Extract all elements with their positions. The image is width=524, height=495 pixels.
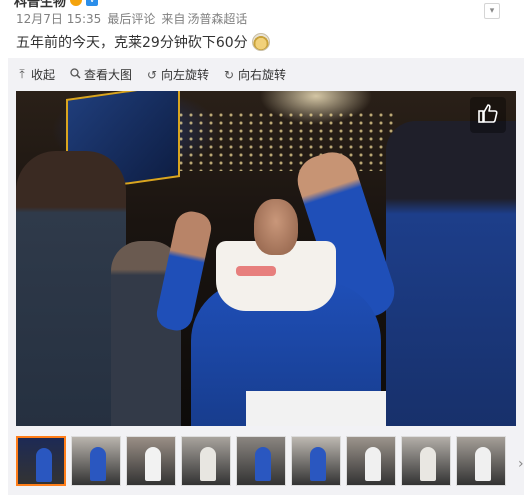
chevron-down-icon[interactable]: ▾ [484, 3, 500, 19]
player-shorts [246, 391, 386, 426]
thumbnail-8[interactable] [401, 436, 451, 486]
latest-comments-link[interactable]: 最后评论 [107, 10, 155, 27]
source-prefix: 来自 [161, 12, 186, 26]
thumbnail-4[interactable] [181, 436, 231, 486]
post-meta: 12月7日 15:35 最后评论 来自 汤普森超话 [16, 10, 247, 27]
thumbnail-1[interactable] [16, 436, 66, 486]
thumbnail-figure [36, 448, 52, 482]
thumbnail-9[interactable] [456, 436, 506, 486]
view-large-label: 查看大图 [84, 68, 133, 82]
thumbnail-figure [475, 447, 491, 481]
crown-medal-emoji-icon [251, 33, 270, 51]
thumbnail-7[interactable] [346, 436, 396, 486]
media-toolbar: ⤒ 收起 查看大图 ↺ 向左旋转 ↻ 向右旋转 [16, 66, 286, 83]
thumbnail-figure [310, 447, 326, 481]
collapse-label: 收起 [31, 68, 56, 82]
rotate-right-label: 向右旋转 [238, 68, 287, 82]
vip-badge: V [86, 0, 99, 6]
verified-icon [70, 0, 83, 6]
thumbnail-5[interactable] [236, 436, 286, 486]
rotate-left-icon: ↺ [147, 67, 158, 82]
source-link[interactable]: 汤普森超话 [187, 10, 247, 27]
post-text: 五年前的今天，克莱29分钟砍下60分 [16, 32, 270, 52]
stadium-lights [176, 111, 396, 171]
thumbnail-2[interactable] [71, 436, 121, 486]
thumbnail-figure [255, 447, 271, 481]
thumbnail-figure [200, 447, 216, 481]
view-large-button[interactable]: 查看大图 [69, 66, 132, 83]
thumbnail-3[interactable] [126, 436, 176, 486]
thumbnail-figure [90, 447, 106, 481]
player-head [254, 199, 298, 255]
collapse-button[interactable]: ⤒ 收起 [16, 66, 55, 83]
fan-right [386, 121, 516, 426]
weibo-post: 科普生物 V ▾ 12月7日 15:35 最后评论 来自 汤普森超话 五年前的今… [0, 0, 524, 495]
thumbnail-6[interactable] [291, 436, 341, 486]
thumbnail-figure [420, 447, 436, 481]
post-date[interactable]: 12月7日 15:35 [16, 10, 101, 27]
thumbnail-strip [16, 436, 506, 486]
upload-arrow-icon: ⤒ [19, 67, 25, 81]
author-name[interactable]: 科普生物 [14, 0, 66, 10]
rotate-left-button[interactable]: ↺ 向左旋转 [146, 66, 209, 83]
rotate-right-icon: ↻ [224, 67, 235, 82]
thumbnail-figure [145, 447, 161, 481]
rotate-left-label: 向左旋转 [161, 68, 210, 82]
thumbs-up-icon [477, 102, 499, 128]
media-panel: ⤒ 收起 查看大图 ↺ 向左旋转 ↻ 向右旋转 › [8, 58, 524, 495]
post-body: 五年前的今天，克莱29分钟砍下60分 [16, 35, 248, 51]
chevron-right-icon[interactable]: › [518, 456, 524, 472]
like-button[interactable] [470, 97, 506, 133]
rotate-right-button[interactable]: ↻ 向右旋转 [223, 66, 286, 83]
author-row: 科普生物 V [14, 0, 99, 10]
main-photo[interactable] [16, 91, 516, 426]
magnifier-icon [69, 67, 81, 82]
thumbnail-figure [365, 447, 381, 481]
fan-left [16, 151, 126, 426]
